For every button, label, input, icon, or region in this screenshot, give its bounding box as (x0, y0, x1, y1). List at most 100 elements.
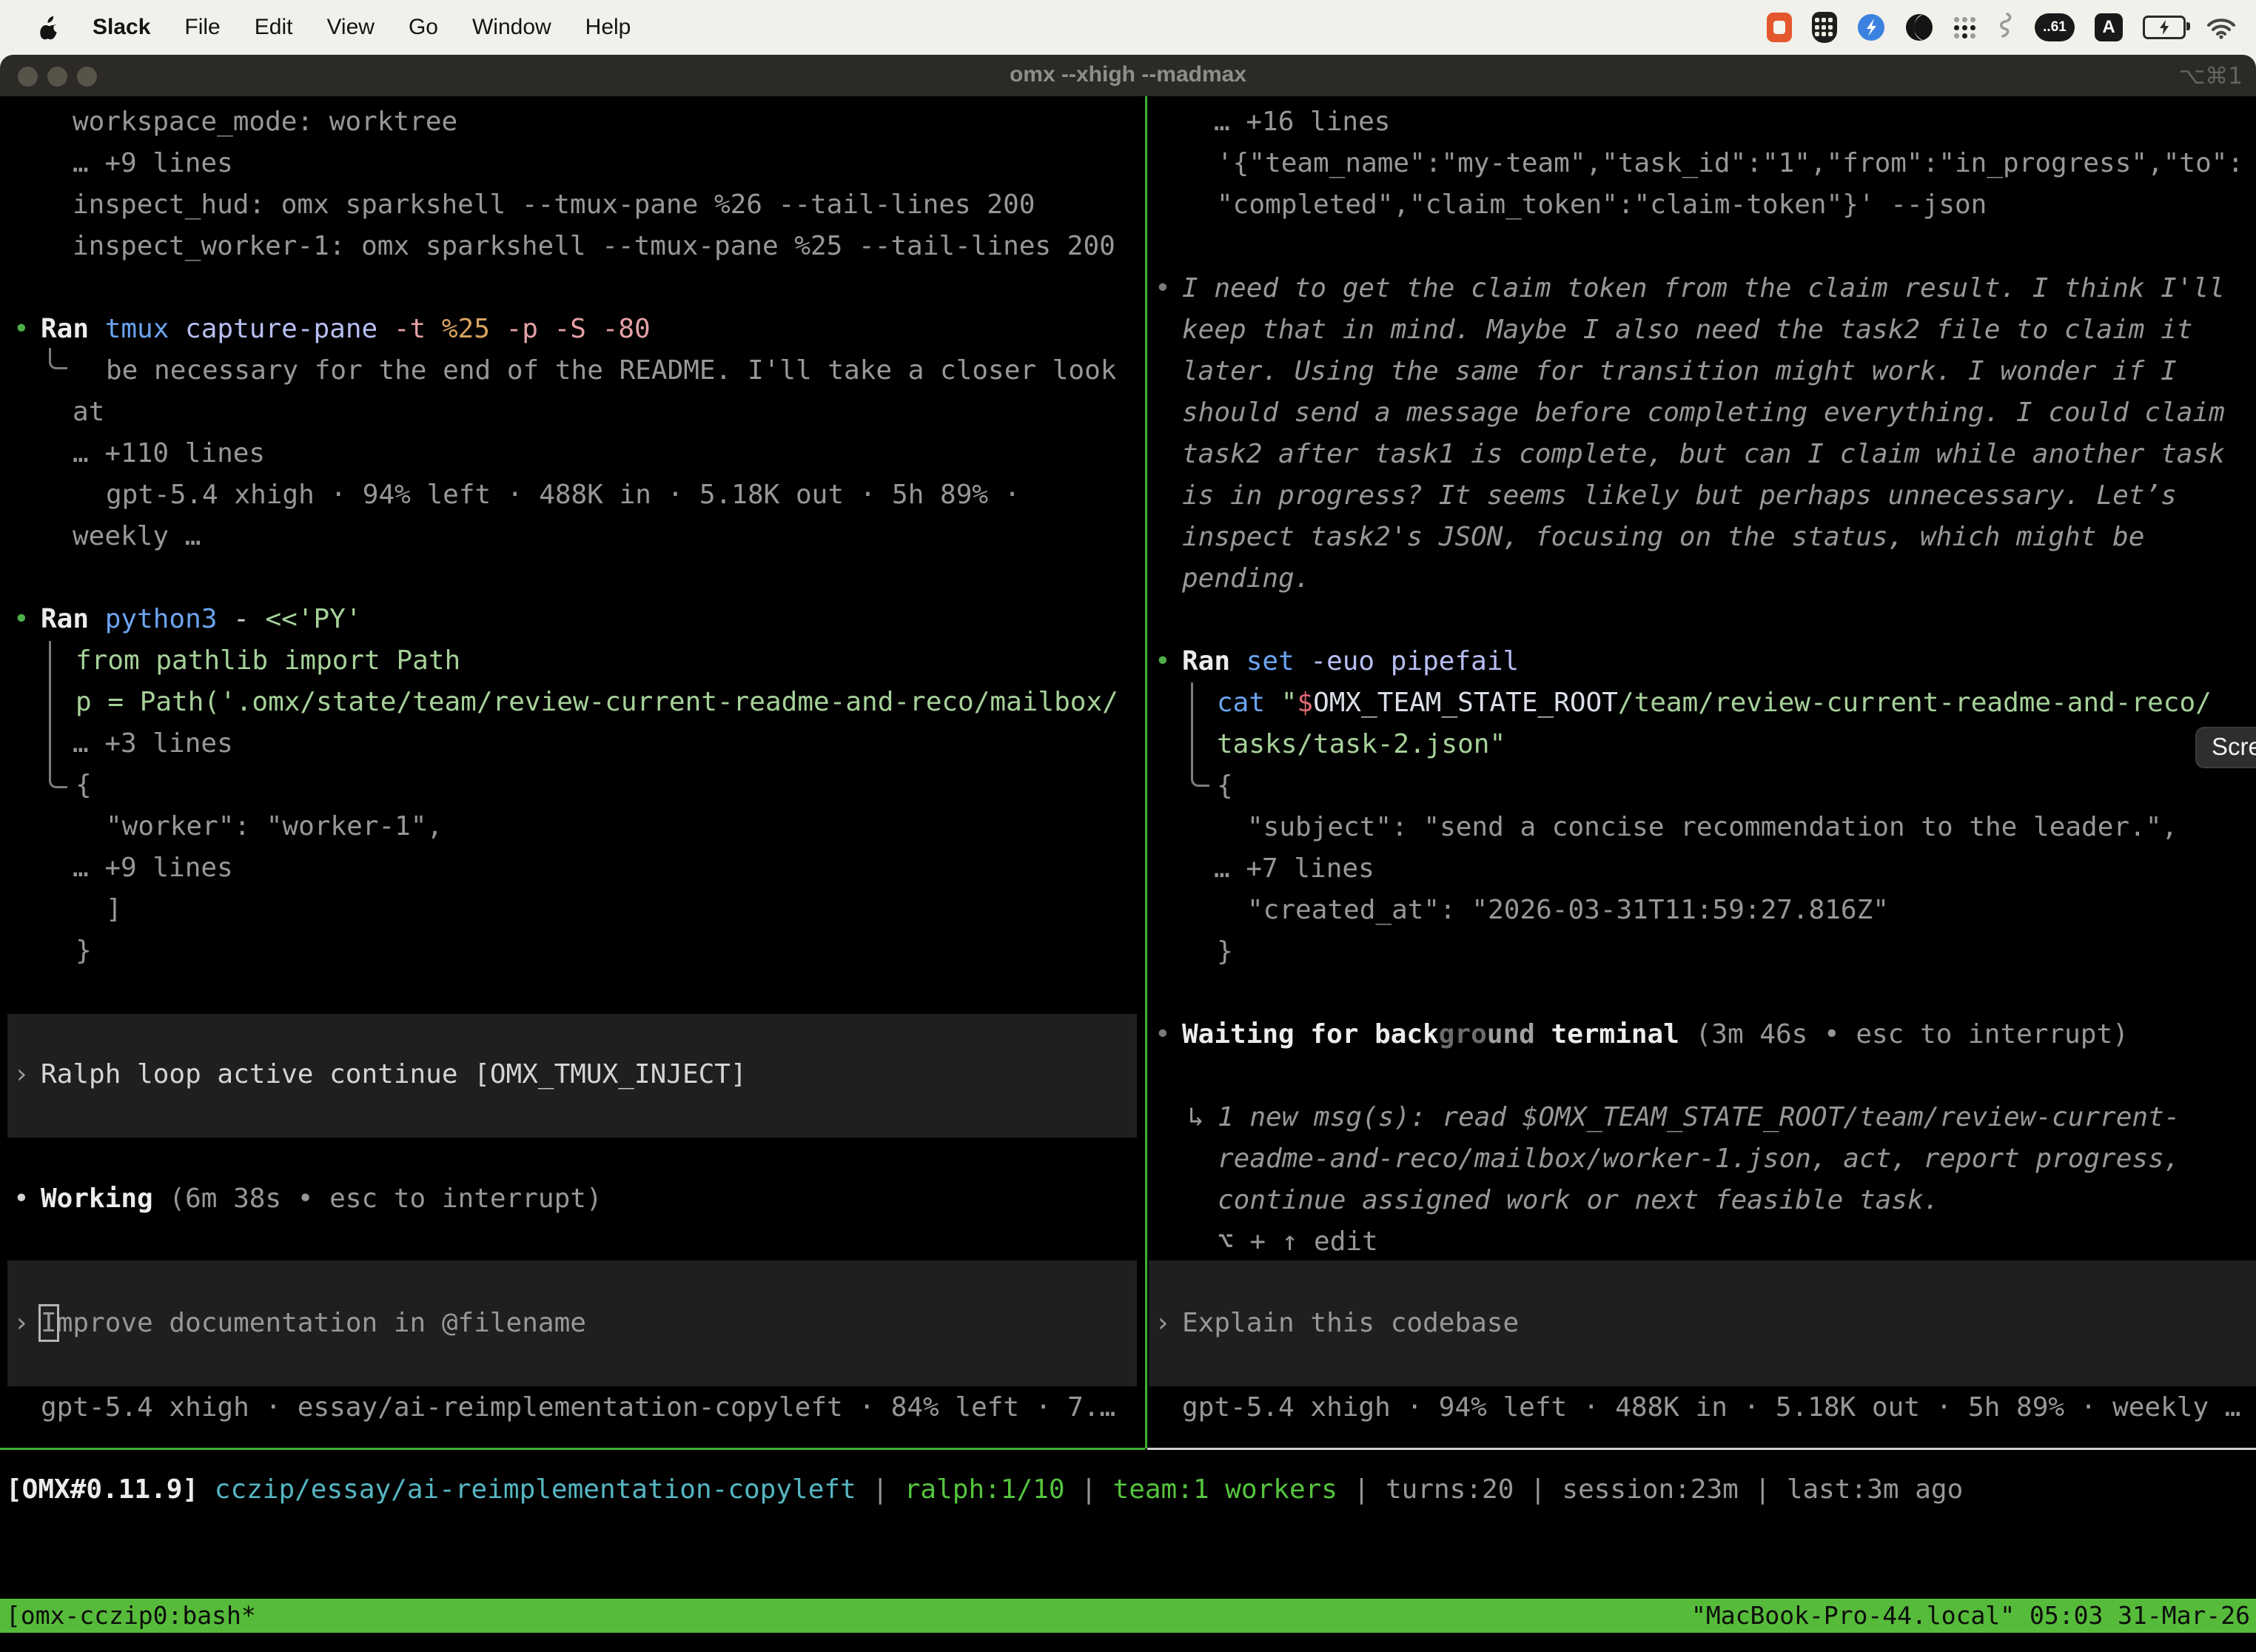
menu-help[interactable]: Help (585, 15, 631, 39)
text-segment: weekly … (73, 521, 201, 551)
text-segment: is in progress? It seems likely but perh… (1182, 480, 2177, 511)
text-segment: terminal (1535, 1019, 1679, 1050)
text-segment: … +9 lines (73, 853, 233, 883)
text-segment: } (1217, 936, 1233, 967)
terminal-line: p = Path('.omx/state/team/review-current… (75, 682, 1118, 723)
text-segment: set (1246, 646, 1311, 676)
terminal-line: workspace_mode: worktree (73, 101, 457, 143)
list-bullet-icon: • (13, 309, 30, 350)
tmux-status-bar: [omx-cczip0:bash* "MacBook-Pro-44.local"… (0, 1599, 2256, 1633)
terminal-line: at (73, 392, 104, 433)
text-segment: (6m 38s • esc to interrupt) (153, 1183, 602, 1214)
text-segment: "created_at": "2026-03-31T11:59:27.816Z" (1247, 895, 1889, 925)
text-segment: %25 (442, 314, 506, 344)
text-segment: from pathlib import Path (75, 645, 460, 676)
text-segment: gro (1439, 1019, 1487, 1050)
terminal-line: I need to get the claim token from the c… (1182, 268, 2225, 309)
omx-status-line: [OMX#0.11.9] cczip/essay/ai-reimplementa… (6, 1469, 1963, 1511)
terminal-line: should send a message before completing … (1182, 392, 2225, 434)
text-segment: Ran (41, 604, 105, 634)
list-bullet-icon: • (13, 1178, 30, 1220)
tree-corner (49, 348, 67, 369)
terminal: workspace_mode: worktree … +9 lines inspec… (0, 0, 2256, 1652)
text-segment: keep that in mind. Maybe I also need the… (1182, 315, 2192, 345)
menu-go[interactable]: Go (409, 15, 438, 39)
text-segment: | (1065, 1474, 1113, 1505)
text-segment: p = Path('.omx/state/team/review-current… (75, 687, 1118, 717)
list-bullet-icon: • (1155, 641, 1171, 682)
text-segment: inspect_worker-1: omx sparkshell --tmux-… (73, 231, 1115, 261)
terminal-line: is in progress? It seems likely but perh… (1182, 475, 2177, 517)
list-bullet-icon: • (1155, 268, 1171, 309)
crescent-circle-icon[interactable] (1905, 13, 1933, 41)
terminal-line: later. Using the same for transition mig… (1182, 351, 2177, 392)
text-segment: I (41, 1308, 57, 1338)
text-segment: cczip/essay/ai-reimplementation-copyleft (215, 1474, 856, 1505)
input-source-icon[interactable]: A (2095, 13, 2123, 41)
text-segment: /team/review-current-readme-and-reco/ (1618, 688, 2212, 718)
text-segment: … +3 lines (73, 728, 233, 759)
model-status-left: gpt-5.4 xhigh · essay/ai-reimplementatio… (41, 1387, 1115, 1428)
menu-view[interactable]: View (326, 15, 374, 39)
terminal-line: be necessary for the end of the README. … (106, 350, 1116, 392)
text-segment: python3 (105, 604, 233, 634)
tmux-pane-divider[interactable] (1145, 96, 1147, 1448)
text-segment: Ralph loop active continue [OMX_TMUX_INJ… (41, 1059, 747, 1089)
terminal-line: keep that in mind. Maybe I also need the… (1182, 309, 2192, 351)
terminal-line: Ran python3 - <<'PY' (41, 599, 362, 640)
terminal-line: "completed","claim_token":"claim-token"}… (1217, 184, 1987, 226)
text-segment: gpt-5.4 xhigh · 94% left · 488K in · 5.1… (1182, 1392, 2240, 1423)
tmux-session-label: [omx-cczip0:bash* (6, 1599, 256, 1633)
text-segment: … +16 lines (1214, 107, 1390, 137)
text-segment: - (233, 604, 265, 634)
text-segment: "completed","claim_token":"claim-token"}… (1217, 189, 1987, 220)
prompt-caret-icon: › (1155, 1303, 1171, 1344)
menu-file[interactable]: File (184, 15, 220, 39)
screen-recording-icon[interactable] (1767, 13, 1792, 42)
text-segment: mprove documentation in @filename (57, 1308, 586, 1338)
text-segment: { (75, 770, 92, 800)
text-segment: should send a message before completing … (1182, 397, 2225, 428)
tmux-host-clock: "MacBook-Pro-44.local" 05:03 31-Mar-26 (1691, 1599, 2250, 1633)
terminal-line: "subject": "send a concise recommendatio… (1247, 807, 2178, 848)
shield-grid-icon[interactable] (1812, 12, 1837, 43)
terminal-line: cat "$OMX_TEAM_STATE_ROOT/team/review-cu… (1217, 682, 2212, 724)
menu-edit[interactable]: Edit (255, 15, 293, 39)
tree-line (49, 641, 51, 767)
tree-corner (1191, 765, 1209, 787)
menu-bar: Slack File Edit View Go Window Help (0, 0, 2256, 55)
text-segment: { (1217, 770, 1233, 801)
waiting-status: Waiting for background terminal (3m 46s … (1182, 1014, 2129, 1055)
text-segment: cat (1217, 688, 1281, 718)
text-segment: task2 after task1 is complete, but can I… (1182, 439, 2225, 469)
text-segment: gpt-5.4 xhigh · essay/ai-reimplementatio… (41, 1392, 1115, 1423)
text-segment: readme-and-reco/mailbox/worker-1.json, a… (1218, 1144, 2180, 1174)
terminal-line: Ran set -euo pipefail (1182, 641, 1519, 682)
text-segment: } (75, 936, 92, 966)
terminal-line: inspect_worker-1: omx sparkshell --tmux-… (73, 226, 1115, 267)
text-segment: … +110 lines (73, 438, 265, 469)
squiggle-icon[interactable] (1995, 11, 2015, 44)
text-segment: (3m 46s • esc to interrupt) (1679, 1019, 2129, 1050)
text-segment: at (73, 397, 104, 427)
app-menus: Slack File Edit View Go Window Help (93, 15, 665, 40)
terminal-line: 1 new msg(s): read $OMX_TEAM_STATE_ROOT/… (1218, 1097, 2180, 1138)
dots-grid-icon[interactable] (1953, 16, 1975, 38)
terminal-line: continue assigned work or next feasible … (1218, 1180, 1939, 1221)
apple-menu-icon[interactable] (40, 16, 60, 40)
menu-slack[interactable]: Slack (93, 15, 150, 39)
text-segment: … +9 lines (73, 148, 233, 178)
text-segment: | turns:20 | session:23m | last:3m ago (1337, 1474, 1963, 1505)
text-segment: tasks/task-2.json" (1217, 729, 1505, 759)
badge-61-icon[interactable]: ..61 (2035, 13, 2075, 41)
terminal-line: Ran tmux capture-pane -t %25 -p -S -80 (41, 309, 651, 350)
menu-window[interactable]: Window (472, 15, 551, 39)
working-status: Working (6m 38s • esc to interrupt) (41, 1178, 602, 1220)
text-segment: [OMX#0.11.9] (6, 1474, 215, 1505)
blue-bolt-badge-icon[interactable] (1857, 13, 1885, 41)
terminal-line: } (1217, 931, 1233, 973)
text-segment: Waiting for back (1182, 1019, 1439, 1050)
battery-icon[interactable] (2143, 16, 2186, 39)
wifi-icon[interactable] (2206, 16, 2237, 39)
text-segment: -S (554, 314, 602, 344)
